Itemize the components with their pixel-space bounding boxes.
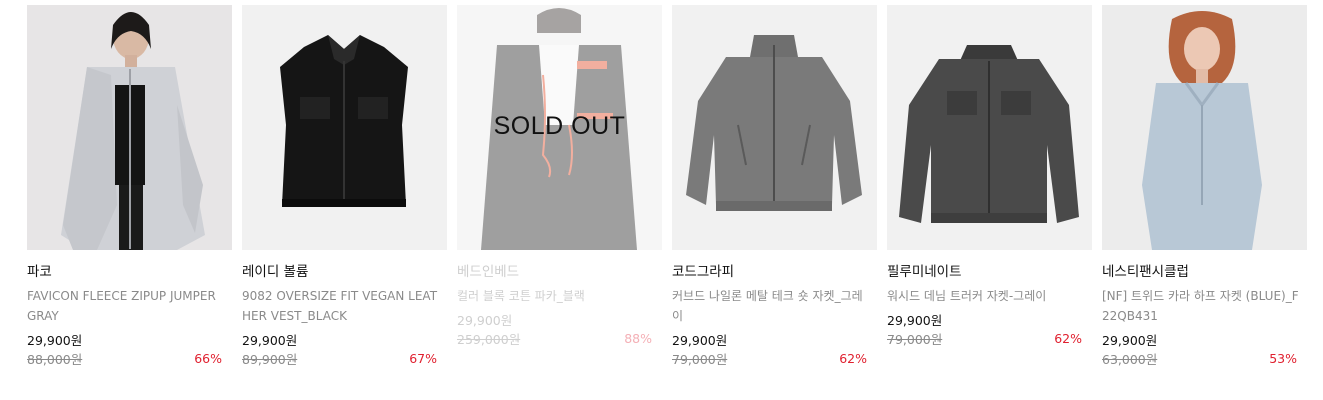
product-name[interactable]: [NF] 트위드 카라 하프 자켓 (BLUE)_F22QB431 — [1102, 286, 1302, 326]
product-name[interactable]: 커브드 나일론 메탈 테크 숏 자켓_그레이 — [672, 286, 872, 326]
price-row: 63,000원 53% — [1102, 350, 1307, 368]
product-brand[interactable]: 코드그라피 — [672, 263, 877, 281]
price-row: 259,000원 88% — [457, 330, 662, 348]
product-image[interactable] — [27, 5, 232, 250]
product-image[interactable] — [672, 5, 877, 250]
discount-rate: 66% — [194, 351, 222, 366]
soldout-label: SOLD OUT — [493, 112, 626, 140]
model-fleece-jacket-image — [27, 5, 232, 250]
price-row: 89,900원 67% — [242, 350, 447, 368]
product-price: 29,900원 — [242, 333, 298, 348]
original-price: 259,000원 — [457, 332, 521, 347]
product-name[interactable]: 9082 OVERSIZE FIT VEGAN LEATHER VEST_BLA… — [242, 286, 442, 326]
denim-jacket-image — [887, 5, 1092, 250]
discount-rate: 62% — [839, 351, 867, 366]
product-brand[interactable]: 베드인베드 — [457, 263, 662, 281]
product-image[interactable] — [1102, 5, 1307, 250]
leather-vest-image — [242, 5, 447, 250]
product-name[interactable]: FAVICON FLEECE ZIPUP JUMPER GRAY — [27, 286, 227, 326]
product-card[interactable]: 레이디 볼륨 9082 OVERSIZE FIT VEGAN LEATHER V… — [242, 5, 447, 368]
product-card[interactable]: SOLD OUT 베드인베드 컬러 블록 코튼 파카_블랙 29,900원 25… — [457, 5, 662, 348]
product-price: 29,900원 — [1102, 333, 1158, 348]
product-image[interactable] — [887, 5, 1092, 250]
product-name[interactable]: 워시드 데님 트러커 자켓-그레이 — [887, 286, 1087, 306]
discount-rate: 53% — [1269, 351, 1297, 366]
product-price: 29,900원 — [27, 333, 83, 348]
price-row: 88,000원 66% — [27, 350, 232, 368]
discount-rate: 88% — [624, 331, 652, 346]
product-brand[interactable]: 레이디 볼륨 — [242, 263, 447, 281]
product-brand[interactable]: 필루미네이트 — [887, 263, 1092, 281]
product-image[interactable] — [242, 5, 447, 250]
product-card[interactable]: 필루미네이트 워시드 데님 트러커 자켓-그레이 29,900원 79,000원… — [887, 5, 1092, 348]
discount-rate: 62% — [1054, 331, 1082, 346]
original-price: 79,000원 — [672, 352, 728, 367]
product-grid: 파코 FAVICON FLEECE ZIPUP JUMPER GRAY 29,9… — [0, 0, 1323, 400]
discount-rate: 67% — [409, 351, 437, 366]
price-row: 79,000원 62% — [672, 350, 877, 368]
product-brand[interactable]: 파코 — [27, 263, 232, 281]
product-card[interactable]: 파코 FAVICON FLEECE ZIPUP JUMPER GRAY 29,9… — [27, 5, 232, 368]
original-price: 89,900원 — [242, 352, 298, 367]
nylon-jacket-image — [672, 5, 877, 250]
product-name[interactable]: 컬러 블록 코튼 파카_블랙 — [457, 286, 657, 306]
product-image[interactable]: SOLD OUT — [457, 5, 662, 250]
product-brand[interactable]: 네스티팬시클럽 — [1102, 263, 1307, 281]
product-price: 29,900원 — [887, 313, 943, 328]
product-card[interactable]: 코드그라피 커브드 나일론 메탈 테크 숏 자켓_그레이 29,900원 79,… — [672, 5, 877, 368]
product-card[interactable]: 네스티팬시클럽 [NF] 트위드 카라 하프 자켓 (BLUE)_F22QB43… — [1102, 5, 1307, 368]
product-price: 29,900원 — [457, 313, 513, 328]
original-price: 63,000원 — [1102, 352, 1158, 367]
original-price: 88,000원 — [27, 352, 83, 367]
original-price: 79,000원 — [887, 332, 943, 347]
price-row: 79,000원 62% — [887, 330, 1092, 348]
product-price: 29,900원 — [672, 333, 728, 348]
model-tweed-jacket-image — [1102, 5, 1307, 250]
